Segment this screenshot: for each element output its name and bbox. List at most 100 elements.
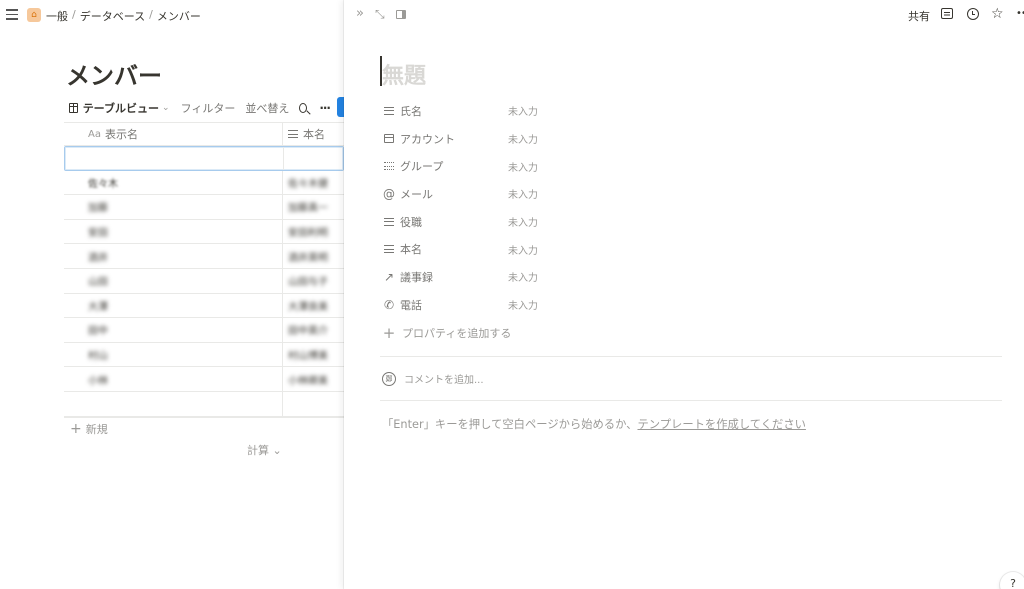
property-value[interactable]: 未入力: [508, 242, 538, 257]
property-row[interactable]: アカウント 未入力: [382, 125, 1002, 153]
property-name[interactable]: 電話: [400, 297, 508, 313]
breadcrumb: 一般 / データベース / メンバー: [46, 8, 201, 24]
property-name[interactable]: 本名: [400, 241, 508, 257]
table-row[interactable]: 田中 田中英介: [64, 318, 344, 343]
real-name-value: 佐々木健: [288, 178, 328, 190]
display-name-cell[interactable]: [64, 391, 283, 416]
sort-button[interactable]: 並べ替え: [245, 100, 289, 116]
top-bar: ⌂ 一般 / データベース / メンバー: [0, 0, 344, 30]
property-value[interactable]: 未入力: [508, 297, 538, 312]
comment-icon[interactable]: [941, 8, 953, 19]
property-value[interactable]: 未入力: [508, 159, 538, 174]
display-name-cell[interactable]: [65, 147, 284, 170]
display-name-cell[interactable]: 村山: [64, 342, 283, 367]
property-name[interactable]: メール: [400, 186, 508, 202]
table-row[interactable]: 大澤 大澤良美: [64, 293, 344, 319]
real-name-cell[interactable]: [283, 392, 344, 416]
property-name[interactable]: 氏名: [400, 103, 508, 119]
real-name-value: 村山博美: [288, 351, 328, 363]
property-name[interactable]: アカウント: [400, 131, 508, 147]
display-name-cell[interactable]: 小林: [64, 367, 283, 391]
display-name-cell[interactable]: 酒井: [64, 244, 283, 268]
property-list: 氏名 未入力 アカウント 未入力 グループ 未入力 @ メール 未入力 役職 未入力 本名 未入力 ↗ 議事…: [382, 97, 1002, 347]
table-row[interactable]: [64, 391, 344, 417]
table-row[interactable]: 佐々木 佐々木健: [64, 170, 344, 196]
breadcrumb-item-general[interactable]: 一般: [46, 8, 68, 24]
text-lines-icon: [382, 242, 396, 256]
property-row[interactable]: @ メール 未入力: [382, 180, 1002, 208]
property-name[interactable]: 役職: [400, 214, 508, 230]
table-row[interactable]: 安田 安田利明: [64, 219, 344, 245]
breadcrumb-item-database[interactable]: データベース: [80, 8, 145, 24]
real-name-cell[interactable]: 大澤良美: [283, 294, 344, 318]
star-icon[interactable]: ☆: [991, 6, 1004, 22]
real-name-cell[interactable]: 加藤真一: [283, 195, 344, 219]
table-row[interactable]: 酒井 酒井英明: [64, 244, 344, 269]
add-property-button[interactable]: + プロパティを追加する: [382, 319, 1002, 347]
breadcrumb-item-members[interactable]: メンバー: [157, 8, 201, 24]
real-name-cell[interactable]: 山田与子: [283, 269, 344, 293]
side-peek-icon[interactable]: [396, 10, 406, 19]
property-name[interactable]: 議事録: [400, 269, 508, 285]
calculate-button[interactable]: 計算 ⌄: [247, 442, 282, 458]
display-name-cell[interactable]: 山田: [64, 268, 283, 293]
filter-button[interactable]: フィルター: [181, 100, 236, 116]
property-row[interactable]: ↗ 議事録 未入力: [382, 263, 1002, 291]
real-name-cell[interactable]: 佐々木健: [283, 171, 344, 195]
help-button[interactable]: ?: [1000, 572, 1024, 589]
chevron-down-icon: ⌄: [272, 444, 282, 457]
display-name-cell[interactable]: 加藤: [64, 195, 283, 219]
phone-icon: ✆: [383, 297, 395, 312]
real-name-cell[interactable]: 安田利明: [283, 220, 344, 244]
expand-icon[interactable]: ⤡: [375, 7, 385, 21]
view-selector[interactable]: テーブルビュー: [83, 100, 159, 116]
more-options-icon[interactable]: ···: [319, 101, 331, 115]
property-row[interactable]: グループ 未入力: [382, 152, 1002, 180]
more-options-icon[interactable]: ••: [1016, 6, 1024, 22]
search-icon[interactable]: [299, 103, 308, 113]
table-row[interactable]: 山田 山田与子: [64, 268, 344, 294]
display-name-cell[interactable]: 安田: [64, 219, 283, 244]
menu-icon[interactable]: [6, 9, 18, 20]
display-name-cell[interactable]: 大澤: [64, 293, 283, 318]
property-name[interactable]: グループ: [400, 158, 508, 174]
create-template-link[interactable]: テンプレートを作成してください: [637, 418, 805, 431]
property-value[interactable]: 未入力: [508, 131, 538, 146]
property-row[interactable]: 本名 未入力: [382, 235, 1002, 263]
property-value[interactable]: 未入力: [508, 103, 538, 118]
table-row[interactable]: 加藤 加藤真一: [64, 195, 344, 220]
real-name-value: 山田与子: [288, 277, 328, 289]
real-name-cell[interactable]: 小林卿美: [283, 367, 344, 391]
display-name-cell[interactable]: 田中: [64, 318, 283, 342]
real-name-cell[interactable]: 村山博美: [283, 343, 344, 367]
empty-page-hint: 「Enter」キーを押して空白ページから始めるか、テンプレートを作成してください: [382, 416, 806, 432]
column-header-real-name[interactable]: 本名: [283, 123, 344, 145]
property-value[interactable]: 未入力: [508, 186, 538, 201]
real-name-value: 大澤良美: [288, 301, 328, 313]
share-button[interactable]: 共有: [908, 8, 930, 24]
real-name-cell[interactable]: 酒井英明: [283, 244, 344, 268]
collapse-peek-icon[interactable]: »: [356, 7, 364, 21]
property-row[interactable]: 役職 未入力: [382, 208, 1002, 236]
real-name-value: 加藤真一: [288, 203, 328, 215]
table-row[interactable]: [64, 146, 344, 171]
display-name-value: 田中: [88, 326, 108, 338]
table-row[interactable]: 小林 小林卿美: [64, 367, 344, 392]
new-entry-button[interactable]: [337, 97, 344, 117]
real-name-cell[interactable]: [284, 147, 343, 170]
property-row[interactable]: ✆ 電話 未入力: [382, 291, 1002, 319]
property-value[interactable]: 未入力: [508, 269, 538, 284]
add-row-button[interactable]: + 新規: [64, 416, 344, 441]
real-name-cell[interactable]: 田中英介: [283, 318, 344, 342]
property-value[interactable]: 未入力: [508, 214, 538, 229]
page-title-input[interactable]: 無題: [382, 58, 426, 90]
add-property-label: プロパティを追加する: [402, 326, 512, 340]
property-row[interactable]: 氏名 未入力: [382, 97, 1002, 125]
table-row[interactable]: 村山 村山博美: [64, 342, 344, 368]
history-clock-icon[interactable]: [967, 8, 979, 20]
display-name-cell[interactable]: 佐々木: [64, 170, 283, 195]
comment-input[interactable]: 鄭 コメントを追加...: [382, 371, 484, 386]
column-header-display-name[interactable]: Aa 表示名: [64, 123, 283, 145]
workspace-home-icon[interactable]: ⌂: [27, 8, 41, 22]
chevron-down-icon[interactable]: ⌄: [162, 103, 170, 113]
